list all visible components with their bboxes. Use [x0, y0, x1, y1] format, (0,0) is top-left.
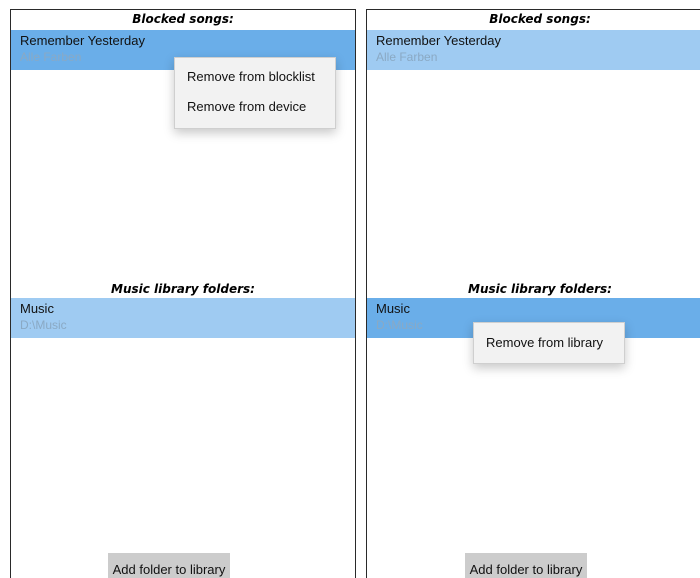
music-folders-header: Music library folders: — [111, 282, 255, 296]
folder-path: D:\Music — [20, 318, 67, 332]
song-artist: Alle Farben — [376, 50, 438, 64]
blocked-songs-header: Blocked songs: — [489, 12, 591, 26]
folder-name: Music — [376, 301, 410, 316]
song-title: Remember Yesterday — [376, 33, 502, 48]
blocked-songs-header: Blocked songs: — [132, 12, 234, 26]
folder-name: Music — [20, 301, 54, 316]
menu-remove-from-device[interactable]: Remove from device — [175, 92, 335, 122]
menu-remove-from-blocklist[interactable]: Remove from blocklist — [175, 62, 335, 92]
folder-context-menu: Remove from library — [473, 322, 625, 364]
blocked-song-context-menu: Remove from blocklist Remove from device — [174, 57, 336, 129]
screenshot-stage: Blocked songs: Remember Yesterday Alle F… — [0, 0, 700, 578]
menu-remove-from-library[interactable]: Remove from library — [474, 328, 624, 358]
settings-panel-right: Blocked songs: Remember Yesterday Alle F… — [366, 9, 700, 578]
add-folder-button[interactable]: Add folder to library — [108, 553, 230, 578]
blocked-song-item[interactable]: Remember Yesterday Alle Farben — [367, 30, 700, 70]
song-title: Remember Yesterday — [20, 33, 146, 48]
folder-path: D:\Music — [376, 318, 423, 332]
music-folders-header: Music library folders: — [468, 282, 612, 296]
library-folder-item[interactable]: Music D:\Music — [11, 298, 355, 338]
song-artist: Alle Farben — [20, 50, 82, 64]
add-folder-button[interactable]: Add folder to library — [465, 553, 587, 578]
settings-panel-left: Blocked songs: Remember Yesterday Alle F… — [10, 9, 356, 578]
